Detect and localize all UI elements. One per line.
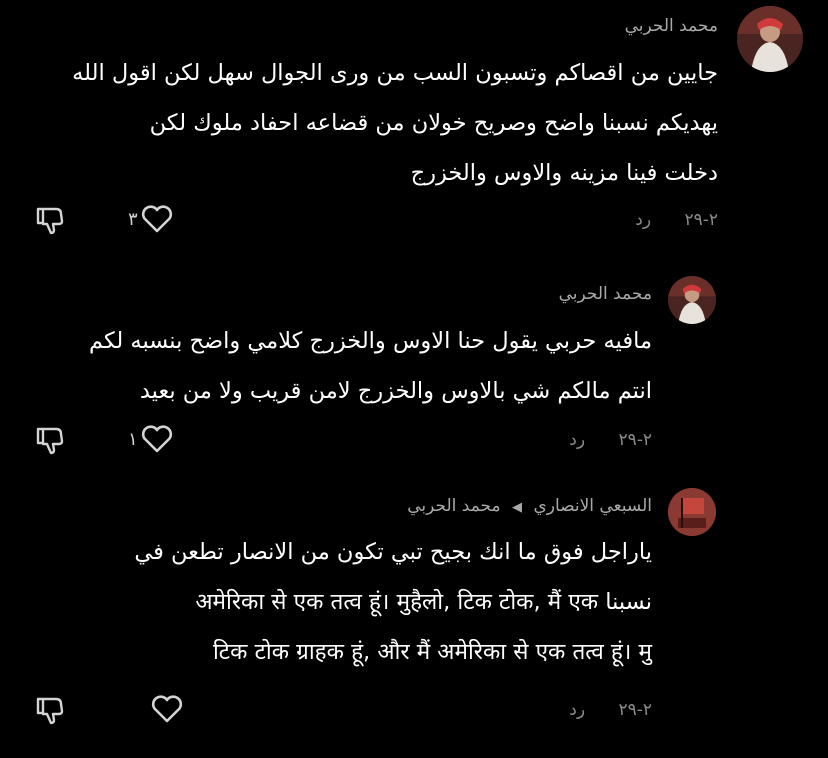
- reply-button[interactable]: رد: [635, 210, 651, 230]
- comment-line: انتم مالكم شي بالاوس والخزرج لامن قريب و…: [139, 378, 652, 404]
- avatar[interactable]: [737, 6, 803, 72]
- thumbs-down-outline-icon: [36, 207, 64, 235]
- comment-author[interactable]: السبعي الانصاري ◀ محمد الحربي: [407, 496, 652, 516]
- like-button[interactable]: ١: [128, 424, 174, 454]
- like-button[interactable]: [148, 694, 184, 724]
- author-name[interactable]: محمد الحربي: [559, 284, 652, 304]
- comment-date: ٢-٢٩: [684, 210, 718, 230]
- comment-text: مافيه حربي يقول حنا الاوس والخزرج كلامي …: [12, 316, 652, 416]
- comment-line: टिक टोक ग्राहक हूं, और मैं अमेरिका से एक…: [212, 639, 652, 665]
- reply-to-name[interactable]: محمد الحربي: [407, 496, 500, 516]
- comment-text: جايين من اقصاكم وتسبون السب من ورى الجوا…: [18, 48, 718, 198]
- reply-button[interactable]: رد: [569, 700, 585, 720]
- comment-line: دخلت فينا مزينه والاوس والخزرج: [410, 160, 718, 186]
- comment-line: ياراجل فوق ما انك بجيح تبي تكون من الانص…: [134, 539, 652, 565]
- author-name[interactable]: السبعي الانصاري: [533, 496, 652, 516]
- heart-outline-icon: [151, 695, 183, 723]
- comment-author[interactable]: محمد الحربي: [559, 284, 652, 304]
- like-count: ٣: [128, 208, 138, 230]
- thumbs-down-outline-icon: [36, 427, 64, 455]
- profile-photo: [668, 488, 716, 536]
- comment-meta: ٢-٢٩ رد: [635, 210, 718, 230]
- triangle-left-icon: ◀: [512, 500, 523, 515]
- author-name[interactable]: محمد الحربي: [625, 16, 718, 36]
- reply-button[interactable]: رد: [569, 430, 585, 450]
- comment-date: ٢-٢٩: [618, 700, 652, 720]
- profile-photo: [737, 6, 803, 72]
- comment-line: مافيه حربي يقول حنا الاوس والخزرج كلامي …: [88, 328, 652, 354]
- comment-line: يهديكم نسبنا واضح وصريح خولان من قضاعه ا…: [149, 110, 718, 136]
- like-count: ١: [128, 428, 138, 450]
- comment-line: نسبنا अमेरिका से एक तत्व हूं। मुहैलो, टि…: [195, 589, 652, 615]
- heart-outline-icon: [141, 205, 172, 233]
- dislike-button[interactable]: [34, 424, 66, 456]
- comment-line: جايين من اقصاكم وتسبون السب من ورى الجوا…: [72, 60, 718, 86]
- like-button[interactable]: ٣: [128, 204, 174, 234]
- dislike-button[interactable]: [34, 694, 66, 726]
- avatar[interactable]: [668, 276, 716, 324]
- comment-meta: ٢-٢٩ رد: [569, 700, 652, 720]
- avatar[interactable]: [668, 488, 716, 536]
- thumbs-down-outline-icon: [36, 697, 64, 725]
- comment-date: ٢-٢٩: [618, 430, 652, 450]
- comment-text: ياراجل فوق ما انك بجيح تبي تكون من الانص…: [12, 527, 652, 677]
- heart-outline-icon: [141, 425, 172, 453]
- comment-meta: ٢-٢٩ رد: [569, 430, 652, 450]
- dislike-button[interactable]: [34, 204, 66, 236]
- comment-author[interactable]: محمد الحربي: [625, 16, 718, 36]
- profile-photo: [668, 276, 716, 324]
